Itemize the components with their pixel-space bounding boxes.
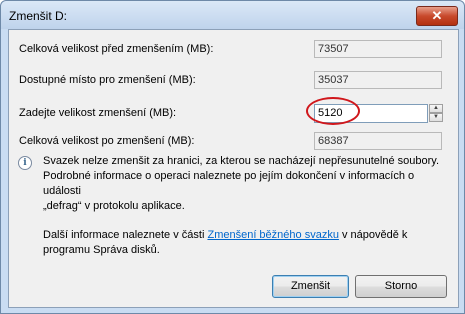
window-title: Zmenšit D:: [9, 9, 68, 23]
note-line-1: Svazek nelze zmenšit za hranici, za kter…: [43, 155, 440, 167]
more-info-prefix: Další informace naleznete v části: [43, 229, 208, 241]
total-after-label: Celková velikost po zmenšení (MB):: [19, 135, 195, 147]
more-info-line-2: programu Správa disků.: [43, 244, 160, 256]
help-link[interactable]: Zmenšení běžného svazku: [207, 229, 338, 241]
chevron-down-icon: ▼: [433, 114, 439, 120]
title-bar[interactable]: Zmenšit D: ✕: [1, 1, 464, 29]
shrink-size-stepper: ▲ ▼: [429, 104, 443, 123]
cancel-button[interactable]: Storno: [355, 275, 447, 298]
more-info-text: Další informace naleznete v části Zmenše…: [43, 228, 443, 258]
available-space-value: 35037: [314, 71, 442, 89]
more-info-suffix: v nápovědě k: [338, 229, 408, 241]
info-note: Svazek nelze zmenšit za hranici, za kter…: [43, 154, 443, 214]
total-before-label: Celková velikost před zmenšením (MB):: [19, 43, 214, 55]
shrink-button[interactable]: Zmenšit: [272, 275, 349, 298]
note-line-3: „defrag“ v protokolu aplikace.: [43, 200, 185, 212]
spin-up-button[interactable]: ▲: [429, 104, 443, 113]
spin-down-button[interactable]: ▼: [429, 113, 443, 122]
close-icon: ✕: [431, 8, 443, 23]
dialog-client: Celková velikost před zmenšením (MB): 73…: [8, 29, 459, 308]
note-line-2: Podrobné informace o operaci naleznete p…: [43, 170, 415, 197]
total-after-value: 68387: [314, 132, 442, 150]
shrink-size-label: Zadejte velikost zmenšení (MB):: [19, 107, 177, 119]
total-before-value: 73507: [314, 40, 442, 58]
close-button[interactable]: ✕: [416, 6, 458, 26]
highlight-ellipse: [306, 97, 360, 125]
dialog-window: Zmenšit D: ✕ Celková velikost před zmenš…: [0, 0, 465, 314]
info-icon: i: [18, 156, 32, 170]
available-space-label: Dostupné místo pro zmenšení (MB):: [19, 74, 196, 86]
chevron-up-icon: ▲: [433, 105, 439, 111]
